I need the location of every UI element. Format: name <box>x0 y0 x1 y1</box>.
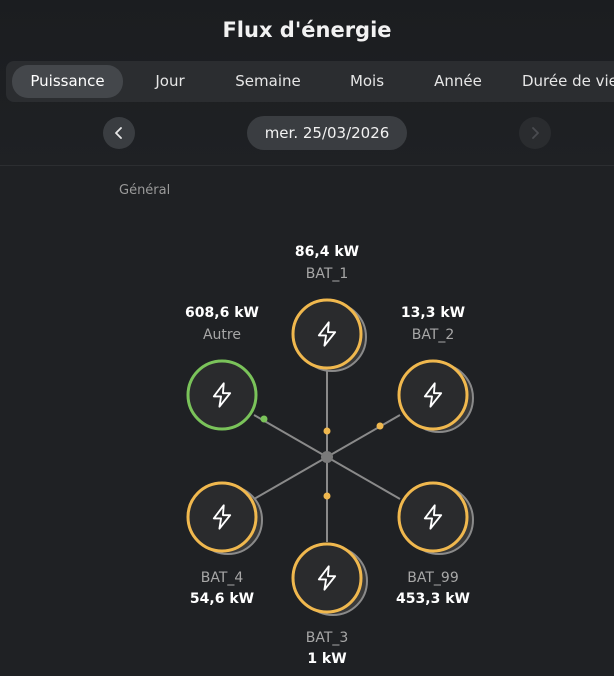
autre-name: Autre <box>202 327 241 343</box>
energy-flow-diagram <box>186 298 474 616</box>
bat-99-value: 453,3 kW <box>396 591 470 607</box>
hub-node <box>321 451 333 463</box>
line-bat-4 <box>253 456 328 500</box>
bat-2-value: 13,3 kW <box>400 305 466 321</box>
bat-3-name: BAT_3 <box>305 630 349 646</box>
line-bat-2 <box>326 414 401 458</box>
bat-2-name: BAT_2 <box>411 327 455 343</box>
bat-99-name: BAT_99 <box>407 570 459 586</box>
node-bat-1[interactable] <box>291 298 367 372</box>
line-bat-99 <box>326 456 401 500</box>
bat-1-name: BAT_1 <box>305 266 349 282</box>
node-bat-2[interactable] <box>397 359 474 433</box>
node-autre[interactable] <box>186 359 258 431</box>
flow-dot-bat-3 <box>323 492 331 500</box>
bat-4-name: BAT_4 <box>200 570 244 586</box>
bat-1-value: 86,4 kW <box>294 244 360 260</box>
flow-dot-bat-2 <box>376 422 384 430</box>
bat-4-value: 54,6 kW <box>189 591 255 607</box>
flow-dot-autre <box>260 415 268 423</box>
autre-value: 608,6 kW <box>185 305 259 321</box>
bat-3-value: 1 kW <box>307 651 347 667</box>
node-bat-3[interactable] <box>291 542 368 616</box>
node-bat-99[interactable] <box>397 481 474 555</box>
flow-dot-bat-1 <box>323 427 331 435</box>
node-bat-4[interactable] <box>186 481 263 555</box>
